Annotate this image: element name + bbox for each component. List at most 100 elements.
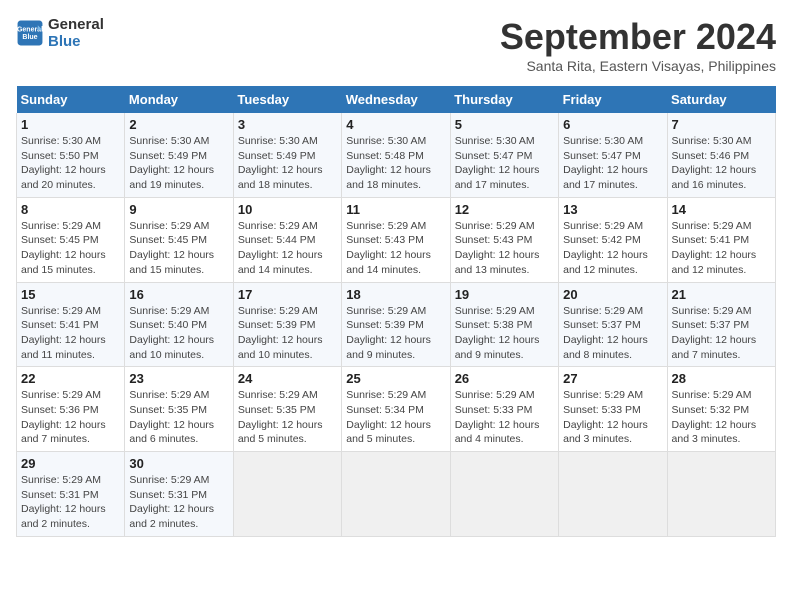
- calendar-week-3: 15 Sunrise: 5:29 AM Sunset: 5:41 PM Dayli…: [17, 282, 776, 367]
- day-number: 17: [238, 287, 337, 302]
- day-info: Sunrise: 5:30 AM Sunset: 5:46 PM Dayligh…: [672, 134, 771, 193]
- day-info: Sunrise: 5:29 AM Sunset: 5:33 PM Dayligh…: [563, 388, 662, 447]
- day-info: Sunrise: 5:29 AM Sunset: 5:39 PM Dayligh…: [346, 304, 445, 363]
- day-number: 6: [563, 117, 662, 132]
- empty-day: [450, 452, 558, 537]
- day-info: Sunrise: 5:29 AM Sunset: 5:31 PM Dayligh…: [21, 473, 120, 532]
- day-cell-21: 21 Sunrise: 5:29 AM Sunset: 5:37 PM Dayli…: [667, 282, 775, 367]
- day-info: Sunrise: 5:29 AM Sunset: 5:42 PM Dayligh…: [563, 219, 662, 278]
- day-cell-24: 24 Sunrise: 5:29 AM Sunset: 5:35 PM Dayli…: [233, 367, 341, 452]
- col-header-sunday: Sunday: [17, 86, 125, 113]
- day-cell-11: 11 Sunrise: 5:29 AM Sunset: 5:43 PM Dayli…: [342, 197, 450, 282]
- day-cell-20: 20 Sunrise: 5:29 AM Sunset: 5:37 PM Dayli…: [559, 282, 667, 367]
- empty-day: [667, 452, 775, 537]
- day-number: 11: [346, 202, 445, 217]
- day-info: Sunrise: 5:29 AM Sunset: 5:45 PM Dayligh…: [129, 219, 228, 278]
- day-number: 25: [346, 371, 445, 386]
- day-cell-10: 10Sunrise: 5:29 AM Sunset: 5:44 PM Dayli…: [233, 197, 341, 282]
- day-info: Sunrise: 5:29 AM Sunset: 5:41 PM Dayligh…: [21, 304, 120, 363]
- day-number: 1: [21, 117, 120, 132]
- day-cell-5: 5 Sunrise: 5:30 AM Sunset: 5:47 PM Daylig…: [450, 113, 558, 197]
- day-number: 8: [21, 202, 120, 217]
- day-number: 19: [455, 287, 554, 302]
- day-info: Sunrise: 5:29 AM Sunset: 5:36 PM Dayligh…: [21, 388, 120, 447]
- day-info: Sunrise: 5:29 AM Sunset: 5:43 PM Dayligh…: [455, 219, 554, 278]
- day-cell-27: 27 Sunrise: 5:29 AM Sunset: 5:33 PM Dayli…: [559, 367, 667, 452]
- location-title: Santa Rita, Eastern Visayas, Philippines: [500, 58, 776, 74]
- day-number: 29: [21, 456, 120, 471]
- day-number: 30: [129, 456, 228, 471]
- day-number: 28: [672, 371, 771, 386]
- logo: General Blue General Blue: [16, 16, 104, 50]
- day-info: Sunrise: 5:30 AM Sunset: 5:49 PM Dayligh…: [129, 134, 228, 193]
- calendar-week-5: 29 Sunrise: 5:29 AM Sunset: 5:31 PM Dayli…: [17, 452, 776, 537]
- title-area: September 2024 Santa Rita, Eastern Visay…: [500, 16, 776, 74]
- day-info: Sunrise: 5:29 AM Sunset: 5:35 PM Dayligh…: [238, 388, 337, 447]
- day-info: Sunrise: 5:30 AM Sunset: 5:48 PM Dayligh…: [346, 134, 445, 193]
- day-number: 10: [238, 202, 337, 217]
- day-cell-2: 2Sunrise: 5:30 AM Sunset: 5:49 PM Daylig…: [125, 113, 233, 197]
- day-number: 14: [672, 202, 771, 217]
- day-cell-8: 8 Sunrise: 5:29 AM Sunset: 5:45 PM Daylig…: [17, 197, 125, 282]
- day-number: 18: [346, 287, 445, 302]
- col-header-monday: Monday: [125, 86, 233, 113]
- calendar-week-2: 8 Sunrise: 5:29 AM Sunset: 5:45 PM Daylig…: [17, 197, 776, 282]
- day-info: Sunrise: 5:29 AM Sunset: 5:45 PM Dayligh…: [21, 219, 120, 278]
- month-title: September 2024: [500, 16, 776, 58]
- col-header-friday: Friday: [559, 86, 667, 113]
- day-cell-17: 17 Sunrise: 5:29 AM Sunset: 5:39 PM Dayli…: [233, 282, 341, 367]
- day-cell-3: 3Sunrise: 5:30 AM Sunset: 5:49 PM Daylig…: [233, 113, 341, 197]
- day-number: 7: [672, 117, 771, 132]
- day-info: Sunrise: 5:29 AM Sunset: 5:37 PM Dayligh…: [672, 304, 771, 363]
- day-number: 20: [563, 287, 662, 302]
- empty-day: [233, 452, 341, 537]
- day-cell-13: 13 Sunrise: 5:29 AM Sunset: 5:42 PM Dayli…: [559, 197, 667, 282]
- day-cell-14: 14Sunrise: 5:29 AM Sunset: 5:41 PM Dayli…: [667, 197, 775, 282]
- day-info: Sunrise: 5:29 AM Sunset: 5:40 PM Dayligh…: [129, 304, 228, 363]
- day-number: 13: [563, 202, 662, 217]
- day-cell-4: 4 Sunrise: 5:30 AM Sunset: 5:48 PM Daylig…: [342, 113, 450, 197]
- day-number: 21: [672, 287, 771, 302]
- day-cell-30: 30Sunrise: 5:29 AM Sunset: 5:31 PM Dayli…: [125, 452, 233, 537]
- day-info: Sunrise: 5:29 AM Sunset: 5:38 PM Dayligh…: [455, 304, 554, 363]
- day-info: Sunrise: 5:29 AM Sunset: 5:34 PM Dayligh…: [346, 388, 445, 447]
- day-info: Sunrise: 5:29 AM Sunset: 5:39 PM Dayligh…: [238, 304, 337, 363]
- day-cell-16: 16Sunrise: 5:29 AM Sunset: 5:40 PM Dayli…: [125, 282, 233, 367]
- day-info: Sunrise: 5:29 AM Sunset: 5:43 PM Dayligh…: [346, 219, 445, 278]
- day-cell-19: 19 Sunrise: 5:29 AM Sunset: 5:38 PM Dayli…: [450, 282, 558, 367]
- day-number: 9: [129, 202, 228, 217]
- calendar-week-4: 22 Sunrise: 5:29 AM Sunset: 5:36 PM Dayli…: [17, 367, 776, 452]
- day-info: Sunrise: 5:30 AM Sunset: 5:50 PM Dayligh…: [21, 134, 120, 193]
- empty-day: [559, 452, 667, 537]
- day-number: 15: [21, 287, 120, 302]
- empty-day: [342, 452, 450, 537]
- day-info: Sunrise: 5:29 AM Sunset: 5:32 PM Dayligh…: [672, 388, 771, 447]
- day-info: Sunrise: 5:29 AM Sunset: 5:33 PM Dayligh…: [455, 388, 554, 447]
- col-header-saturday: Saturday: [667, 86, 775, 113]
- day-number: 26: [455, 371, 554, 386]
- day-info: Sunrise: 5:30 AM Sunset: 5:47 PM Dayligh…: [455, 134, 554, 193]
- col-header-tuesday: Tuesday: [233, 86, 341, 113]
- day-number: 24: [238, 371, 337, 386]
- day-number: 27: [563, 371, 662, 386]
- day-number: 12: [455, 202, 554, 217]
- day-number: 3: [238, 117, 337, 132]
- day-cell-12: 12 Sunrise: 5:29 AM Sunset: 5:43 PM Dayli…: [450, 197, 558, 282]
- calendar-week-1: 1 Sunrise: 5:30 AM Sunset: 5:50 PM Daylig…: [17, 113, 776, 197]
- day-cell-15: 15 Sunrise: 5:29 AM Sunset: 5:41 PM Dayli…: [17, 282, 125, 367]
- day-cell-26: 26 Sunrise: 5:29 AM Sunset: 5:33 PM Dayli…: [450, 367, 558, 452]
- day-number: 4: [346, 117, 445, 132]
- col-header-wednesday: Wednesday: [342, 86, 450, 113]
- day-cell-29: 29 Sunrise: 5:29 AM Sunset: 5:31 PM Dayli…: [17, 452, 125, 537]
- day-cell-18: 18 Sunrise: 5:29 AM Sunset: 5:39 PM Dayli…: [342, 282, 450, 367]
- day-number: 5: [455, 117, 554, 132]
- day-cell-7: 7 Sunrise: 5:30 AM Sunset: 5:46 PM Daylig…: [667, 113, 775, 197]
- logo-text: General Blue: [48, 16, 104, 50]
- logo-icon: General Blue: [16, 19, 44, 47]
- day-cell-1: 1 Sunrise: 5:30 AM Sunset: 5:50 PM Daylig…: [17, 113, 125, 197]
- day-cell-6: 6Sunrise: 5:30 AM Sunset: 5:47 PM Daylig…: [559, 113, 667, 197]
- day-cell-25: 25 Sunrise: 5:29 AM Sunset: 5:34 PM Dayli…: [342, 367, 450, 452]
- svg-text:Blue: Blue: [22, 34, 37, 41]
- day-number: 22: [21, 371, 120, 386]
- day-info: Sunrise: 5:29 AM Sunset: 5:37 PM Dayligh…: [563, 304, 662, 363]
